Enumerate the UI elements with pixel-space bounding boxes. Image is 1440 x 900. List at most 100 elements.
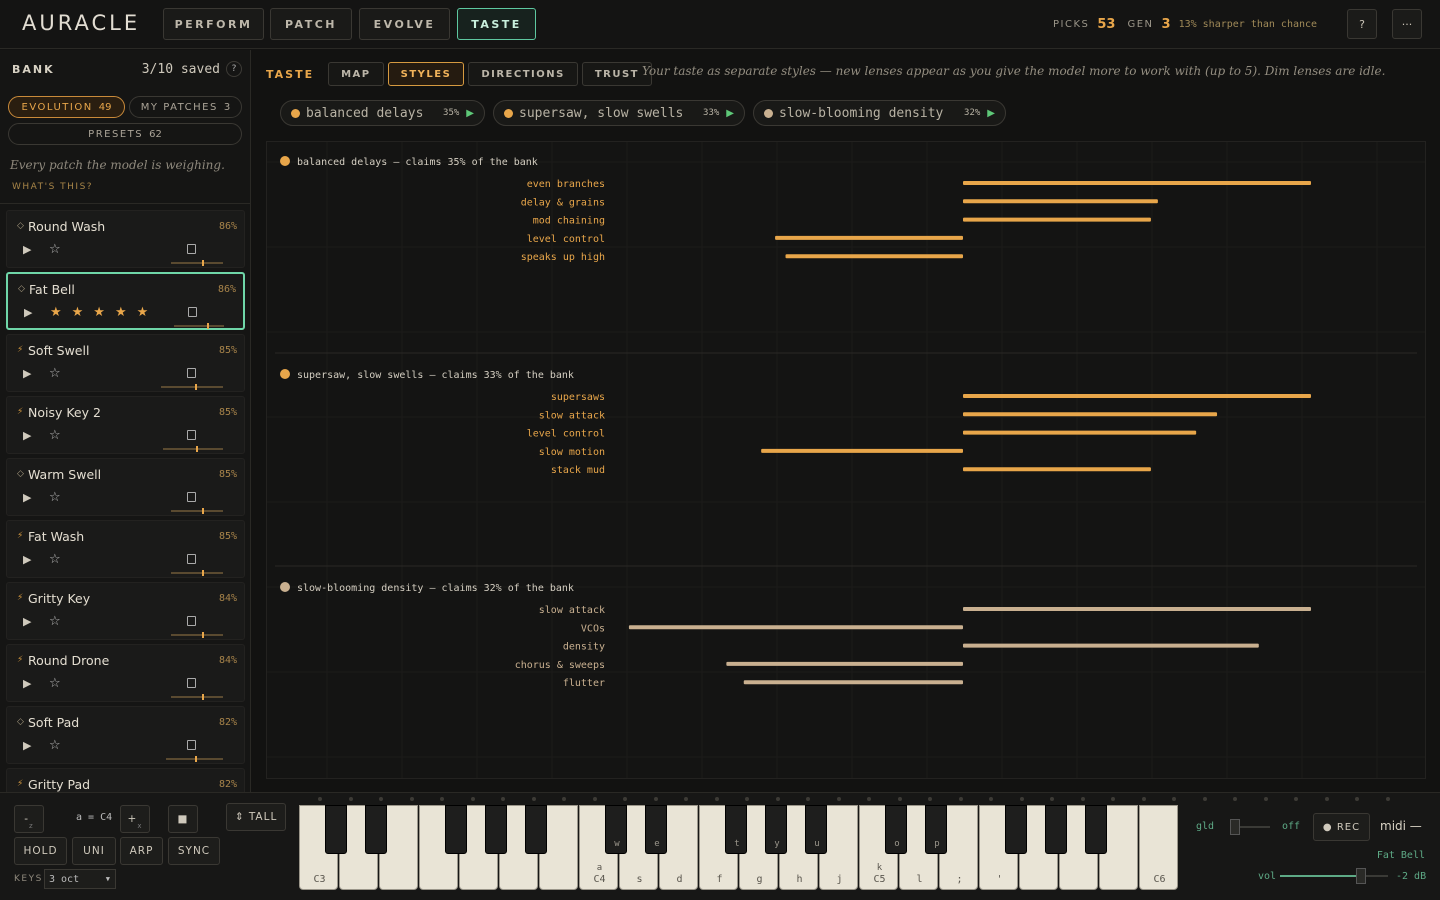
tab-evolution[interactable]: EVOLUTION 49 — [8, 96, 125, 118]
patch-card[interactable]: ◇ Soft Pad 82% ▶ ☆ — [6, 706, 245, 764]
play-icon[interactable]: ▶ — [466, 108, 474, 119]
black-key[interactable] — [525, 805, 547, 854]
rating-stars[interactable]: ★★★★★ — [50, 305, 158, 320]
help-button[interactable]: ? — [1347, 9, 1377, 39]
tab-patch[interactable]: PATCH — [270, 8, 352, 40]
patch-slider-thumb[interactable] — [202, 260, 205, 266]
patch-card[interactable]: ⚡ Noisy Key 2 85% ▶ ☆ — [6, 396, 245, 454]
tab-evolve[interactable]: EVOLVE — [359, 8, 450, 40]
tab-my-patches[interactable]: MY PATCHES 3 — [129, 96, 242, 118]
patch-slider[interactable] — [171, 260, 223, 266]
glide-slider-thumb[interactable] — [1230, 819, 1240, 835]
black-key[interactable] — [365, 805, 387, 854]
play-icon[interactable]: ▶ — [23, 367, 31, 380]
save-icon[interactable] — [187, 492, 196, 502]
midi-status[interactable]: midi — — [1380, 819, 1422, 833]
save-icon[interactable] — [188, 307, 197, 317]
arp-button[interactable]: ARP — [120, 837, 163, 865]
save-icon[interactable] — [187, 678, 196, 688]
play-icon[interactable]: ▶ — [23, 243, 31, 256]
patch-card[interactable]: ◇ Warm Swell 85% ▶ ☆ — [6, 458, 245, 516]
black-key[interactable]: t — [725, 805, 747, 854]
patch-card[interactable]: ⚡ Soft Swell 85% ▶ ☆ — [6, 334, 245, 392]
patch-slider[interactable] — [171, 570, 223, 576]
black-key[interactable] — [1085, 805, 1107, 854]
star-icon[interactable]: ☆ — [49, 552, 61, 567]
patch-card[interactable]: ⚡ Gritty Key 84% ▶ ☆ — [6, 582, 245, 640]
patch-slider-thumb[interactable] — [202, 570, 205, 576]
black-key[interactable] — [325, 805, 347, 854]
patch-slider[interactable] — [171, 508, 223, 514]
tab-presets[interactable]: PRESETS 62 — [8, 123, 242, 145]
lens-supersaw[interactable]: supersaw, slow swells 33% ▶ — [493, 100, 745, 126]
save-icon[interactable] — [187, 368, 196, 378]
play-icon[interactable]: ▶ — [23, 429, 31, 442]
octave-down-button[interactable]: -z — [14, 805, 44, 833]
patch-card[interactable]: ◇ Fat Bell 86% ▶ ★★★★★ — [6, 272, 245, 330]
save-icon[interactable] — [187, 244, 196, 254]
star-icon[interactable]: ☆ — [49, 490, 61, 505]
star-icon[interactable]: ☆ — [49, 366, 61, 381]
patch-slider[interactable] — [171, 694, 223, 700]
black-key[interactable]: e — [645, 805, 667, 854]
volume-slider-thumb[interactable] — [1356, 868, 1366, 884]
save-icon[interactable] — [187, 554, 196, 564]
subtab-directions[interactable]: DIRECTIONS — [468, 62, 578, 86]
stop-button[interactable]: ■ — [168, 805, 198, 833]
patch-slider-thumb[interactable] — [194, 756, 197, 762]
patch-card[interactable]: ◇ Round Wash 86% ▶ ☆ — [6, 210, 245, 268]
lens-balanced-delays[interactable]: balanced delays 35% ▶ — [280, 100, 485, 126]
tall-toggle[interactable]: ⇕ TALL — [226, 803, 286, 831]
play-icon[interactable]: ▶ — [23, 677, 31, 690]
black-key[interactable] — [485, 805, 507, 854]
bank-help-icon[interactable]: ? — [226, 61, 242, 77]
patch-card[interactable]: ⚡ Fat Wash 85% ▶ ☆ — [6, 520, 245, 578]
star-icon[interactable]: ☆ — [49, 738, 61, 753]
record-button[interactable]: ● REC — [1313, 813, 1370, 841]
glide-slider[interactable] — [1230, 819, 1270, 835]
save-icon[interactable] — [187, 430, 196, 440]
black-key[interactable] — [445, 805, 467, 854]
black-key[interactable]: p — [925, 805, 947, 854]
patch-slider-thumb[interactable] — [206, 323, 209, 329]
patch-card[interactable]: ⚡Gritty Pad82%▶☆ — [6, 768, 245, 792]
patch-slider[interactable] — [166, 756, 223, 762]
keys-select[interactable]: 3 oct ▼ — [44, 869, 116, 889]
lens-slow-blooming[interactable]: slow-blooming density 32% ▶ — [753, 100, 1006, 126]
patch-slider[interactable] — [171, 632, 223, 638]
subtab-styles[interactable]: STYLES — [387, 62, 465, 86]
patch-slider[interactable] — [163, 446, 223, 452]
play-icon[interactable]: ▶ — [24, 306, 32, 319]
play-icon[interactable]: ▶ — [23, 615, 31, 628]
more-button[interactable]: ··· — [1392, 9, 1422, 39]
volume-slider[interactable] — [1280, 868, 1388, 884]
play-icon[interactable]: ▶ — [23, 491, 31, 504]
play-icon[interactable]: ▶ — [23, 553, 31, 566]
star-icon[interactable]: ☆ — [49, 676, 61, 691]
black-key[interactable]: w — [605, 805, 627, 854]
patch-card[interactable]: ⚡ Round Drone 84% ▶ ☆ — [6, 644, 245, 702]
patch-slider-thumb[interactable] — [195, 384, 198, 390]
star-icon[interactable]: ☆ — [49, 614, 61, 629]
black-key[interactable]: y — [765, 805, 787, 854]
unison-button[interactable]: UNI — [72, 837, 116, 865]
patch-slider-thumb[interactable] — [196, 446, 198, 452]
patch-slider[interactable] — [174, 323, 224, 329]
whats-this-link[interactable]: WHAT'S THIS? — [12, 182, 93, 192]
play-icon[interactable]: ▶ — [23, 739, 31, 752]
sync-button[interactable]: SYNC — [168, 837, 220, 865]
save-icon[interactable] — [187, 616, 196, 626]
black-key[interactable] — [1045, 805, 1067, 854]
patch-slider-thumb[interactable] — [202, 632, 205, 638]
white-key[interactable]: C6 — [1139, 805, 1178, 890]
tab-taste[interactable]: TASTE — [457, 8, 536, 40]
play-icon[interactable]: ▶ — [726, 108, 734, 119]
piano-keyboard[interactable]: C3 a C4 s d f g h j k C5 l; ' C6 w e t y u o p — [299, 805, 1183, 891]
play-icon[interactable]: ▶ — [987, 108, 995, 119]
star-icon[interactable]: ☆ — [49, 242, 61, 257]
black-key[interactable] — [1005, 805, 1027, 854]
patch-slider-thumb[interactable] — [202, 694, 205, 700]
patch-slider[interactable] — [161, 384, 223, 390]
save-icon[interactable] — [187, 740, 196, 750]
tab-perform[interactable]: PERFORM — [163, 8, 264, 40]
